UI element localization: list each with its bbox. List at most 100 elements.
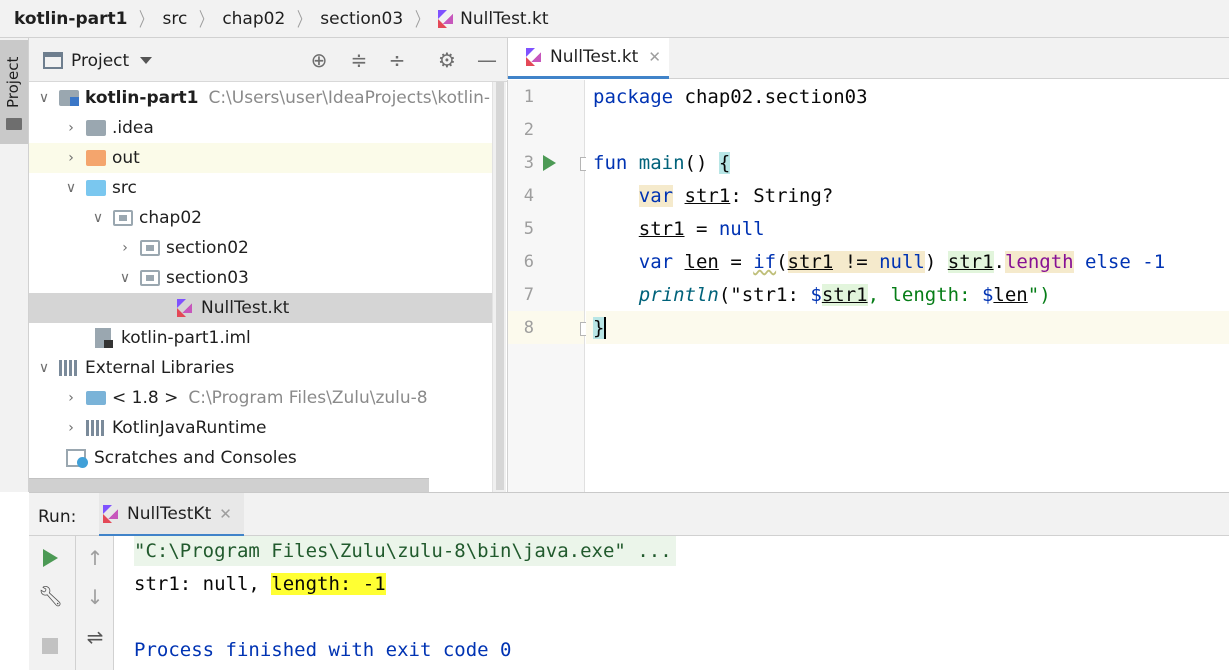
chevron-down-icon[interactable]: ∨ [118, 270, 132, 286]
close-icon[interactable]: ✕ [648, 48, 661, 66]
line-number: 4 [523, 186, 534, 206]
chevron-right-icon[interactable]: › [64, 390, 78, 406]
tree-item-label: .idea [112, 118, 154, 138]
rerun-icon[interactable] [43, 549, 58, 567]
chevron-down-icon[interactable]: ∨ [37, 90, 51, 106]
kotlin-file-icon [103, 504, 119, 523]
wrench-icon[interactable]: 🔧︎ [38, 584, 63, 608]
expand-all-icon[interactable]: ≑ [347, 48, 371, 72]
module-folder-icon [59, 90, 79, 106]
project-view-icon [43, 52, 63, 69]
console-exit-line: Process finished with exit code 0 [134, 639, 512, 661]
tree-item-kotlin-part1[interactable]: ∨ kotlin-part1 C:\Users\user\IdeaProject… [29, 83, 507, 113]
run-tab-label: NullTestKt [127, 503, 212, 524]
chevron-right-icon[interactable]: › [64, 150, 78, 166]
stripe-project-button[interactable]: Project [0, 40, 28, 144]
arrow-up-icon[interactable]: ↑ [83, 546, 107, 570]
console-output-highlight: length: -1 [271, 573, 386, 595]
tree-item-src[interactable]: ∨ src [29, 173, 507, 203]
chevron-down-icon[interactable]: ∨ [64, 180, 78, 196]
tree-item-idea[interactable]: › .idea [29, 113, 507, 143]
tree-item-label: Scratches and Consoles [94, 448, 297, 468]
tree-item-kotlin-runtime[interactable]: › KotlinJavaRuntime [29, 413, 507, 443]
code-line-8: } [593, 317, 607, 339]
scratches-icon [66, 449, 88, 468]
line-number: 8 [523, 318, 534, 338]
tree-item-label: KotlinJavaRuntime [112, 418, 267, 438]
tree-item-external-libraries[interactable]: ∨ External Libraries [29, 353, 507, 383]
tab-nulltest[interactable]: NullTest.kt ✕ [508, 38, 669, 79]
chevron-down-icon[interactable]: ∨ [91, 210, 105, 226]
soft-wrap-icon[interactable]: ⇌ [83, 625, 107, 649]
tree-item-label: src [112, 178, 137, 198]
chevron-down-icon[interactable]: ∨ [37, 360, 51, 376]
close-icon[interactable]: ✕ [219, 505, 232, 523]
tree-item-label: out [112, 148, 140, 168]
kotlin-file-icon [526, 48, 542, 66]
locate-icon[interactable]: ⊕ [307, 48, 331, 72]
tree-item-label: chap02 [139, 208, 202, 228]
project-vertical-scrollbar[interactable] [492, 82, 506, 492]
breadcrumb-src[interactable]: src [162, 9, 187, 29]
chevron-down-icon[interactable] [140, 57, 152, 64]
run-gutter-icon[interactable] [543, 155, 556, 171]
stop-icon[interactable] [42, 638, 58, 654]
tree-item-label: < 1.8 > [112, 388, 179, 408]
breadcrumb-chap02[interactable]: chap02 [222, 9, 285, 29]
collapse-all-icon[interactable]: ÷ [385, 48, 409, 72]
tree-item-section02[interactable]: › section02 [29, 233, 507, 263]
tree-item-label: External Libraries [85, 358, 235, 378]
tree-item-chap02[interactable]: ∨ chap02 [29, 203, 507, 233]
left-tool-stripe: Project [0, 38, 29, 492]
chevron-right-icon[interactable]: › [118, 240, 132, 256]
line-number: 6 [523, 252, 534, 272]
line-number: 5 [523, 219, 534, 239]
tree-item-jdk[interactable]: › < 1.8 > C:\Program Files\Zulu\zulu-8 [29, 383, 507, 413]
breadcrumb-separator: 〉 [297, 9, 311, 31]
run-console[interactable]: "C:\Program Files\Zulu\zulu-8\bin\java.e… [114, 536, 1229, 670]
run-panel-header: Run: NullTestKt ✕ [29, 492, 1229, 537]
kotlin-file-icon [177, 299, 193, 317]
package-icon [140, 270, 160, 286]
run-tab-nulltestkt[interactable]: NullTestKt ✕ [99, 493, 244, 537]
code-editor[interactable]: package chap02.section03 fun main() { va… [586, 80, 1229, 492]
code-line-5: str1 = null [638, 218, 765, 240]
project-panel-header: Project ⊕ ≑ ÷ ⚙ — [29, 38, 507, 82]
project-view-selector[interactable]: Project [71, 51, 129, 71]
tree-item-nulltest[interactable]: NullTest.kt [29, 293, 505, 323]
code-line-7: println("str1: $str1, length: $len") [638, 284, 1051, 306]
tree-item-label: kotlin-part1.iml [121, 328, 251, 348]
code-line-3: fun main() { [593, 152, 731, 174]
package-icon [113, 210, 133, 226]
scrollbar-thumb[interactable] [496, 82, 504, 490]
library-icon [86, 420, 106, 436]
project-tree: ∨ kotlin-part1 C:\Users\user\IdeaProject… [29, 82, 507, 492]
gear-icon[interactable]: ⚙ [435, 48, 459, 72]
project-horizontal-scrollbar[interactable] [29, 478, 429, 492]
breadcrumb-project[interactable]: kotlin-part1 [14, 9, 127, 29]
line-number: 3 [523, 153, 534, 173]
iml-file-icon [95, 328, 113, 348]
line-number: 1 [523, 87, 534, 107]
arrow-down-icon[interactable]: ↓ [83, 585, 107, 609]
breadcrumb-section03[interactable]: section03 [320, 9, 403, 29]
breadcrumb-file[interactable]: NullTest.kt [460, 9, 548, 29]
tree-item-label: section02 [166, 238, 249, 258]
code-line-4: var str1: String? [638, 185, 834, 207]
minimize-icon[interactable]: — [475, 48, 499, 72]
tree-item-iml[interactable]: kotlin-part1.iml [29, 323, 507, 353]
chevron-right-icon[interactable]: › [64, 120, 78, 136]
tree-item-scratches[interactable]: Scratches and Consoles [29, 443, 507, 473]
tree-item-label: section03 [166, 268, 249, 288]
package-icon [140, 240, 160, 256]
console-output-line: str1: null, length: -1 [134, 573, 386, 595]
tree-item-path: C:\Program Files\Zulu\zulu-8 [188, 388, 428, 408]
run-toolbar-secondary: ↑ ↓ ⇌ [76, 536, 114, 670]
tree-item-label: kotlin-part1 [85, 88, 199, 108]
tree-item-section03[interactable]: ∨ section03 [29, 263, 507, 293]
editor-gutter: 1 2 3 4 5 6 7 8 [507, 80, 592, 492]
breadcrumb-separator: 〉 [415, 9, 429, 31]
breadcrumb-separator: 〉 [199, 9, 213, 31]
tree-item-out[interactable]: › out [29, 143, 505, 173]
chevron-right-icon[interactable]: › [64, 420, 78, 436]
